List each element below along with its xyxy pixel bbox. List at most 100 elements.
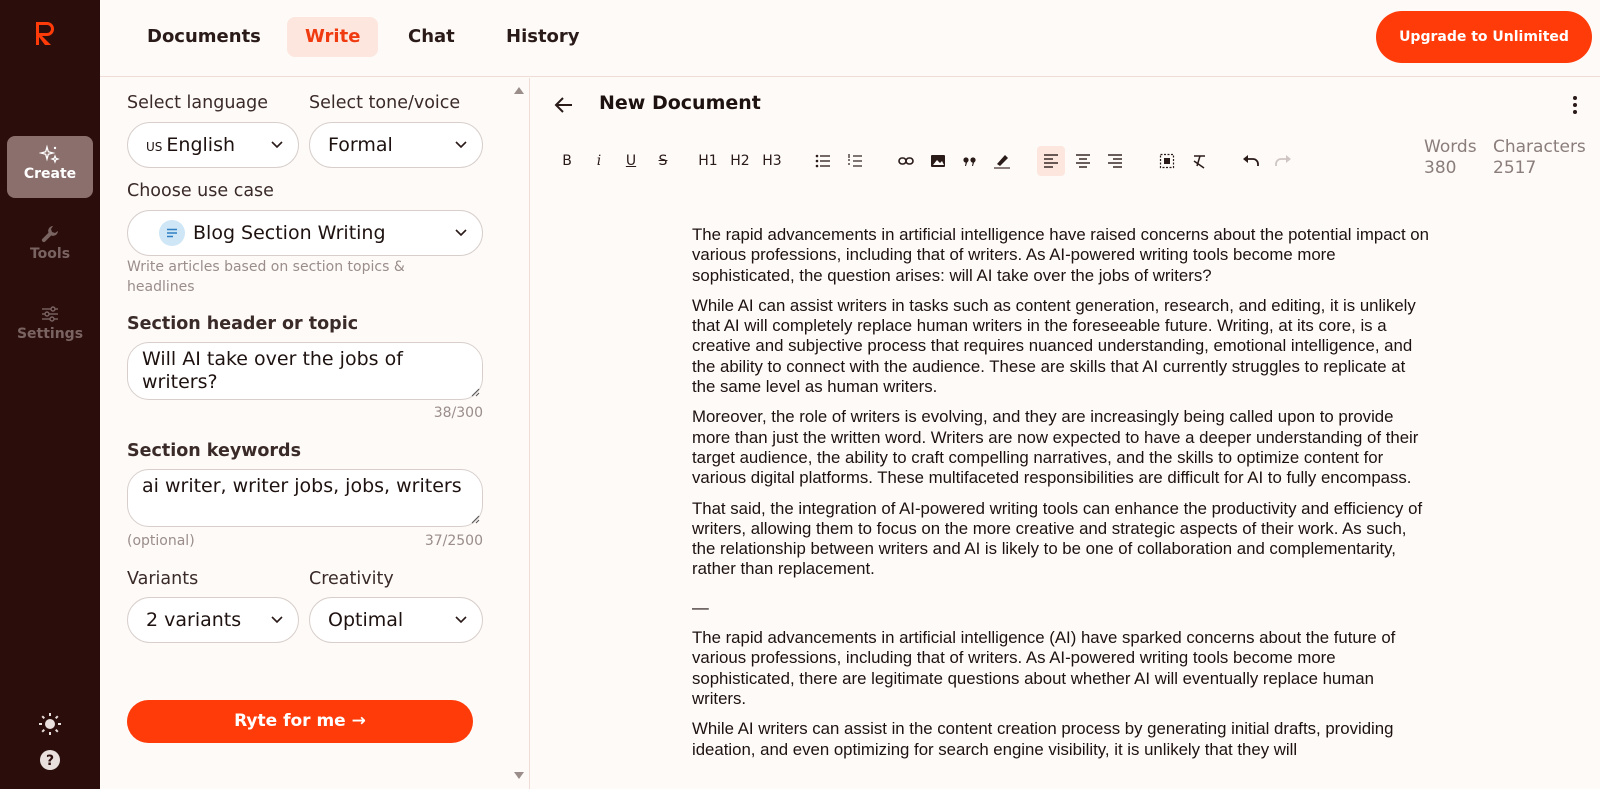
paragraph[interactable]: The rapid advancements in artificial int… — [692, 628, 1432, 709]
creativity-select[interactable]: Optimal — [309, 597, 483, 643]
rail-item-tools[interactable]: Tools — [7, 216, 93, 278]
document-body[interactable]: The rapid advancements in artificial int… — [692, 225, 1432, 770]
align-left-button[interactable] — [1037, 146, 1065, 176]
variants-select[interactable]: 2 variants — [127, 597, 299, 643]
undo-button[interactable] — [1237, 146, 1265, 176]
word-count: Words 380 — [1424, 137, 1477, 179]
redo-button[interactable] — [1269, 146, 1297, 176]
svg-text:?: ? — [46, 753, 54, 769]
highlight-button[interactable] — [988, 146, 1016, 176]
help-icon: ? — [40, 750, 60, 770]
bullet-list-button[interactable] — [809, 146, 837, 176]
tab-history[interactable]: History — [488, 17, 598, 57]
theme-toggle[interactable] — [0, 712, 100, 740]
tab-documents[interactable]: Documents — [129, 17, 279, 57]
creativity-value: Optimal — [328, 609, 404, 631]
more-vertical-icon[interactable] — [1572, 94, 1578, 116]
paragraph[interactable]: That said, the integration of AI-powered… — [692, 499, 1432, 580]
undo-icon — [1243, 155, 1259, 166]
heading2-button[interactable]: H2 — [726, 146, 754, 176]
use-case-select[interactable]: Blog Section Writing — [127, 210, 483, 256]
words-label: Words — [1424, 137, 1477, 157]
redo-icon — [1275, 155, 1291, 166]
select-all-icon — [1159, 153, 1175, 169]
select-all-button[interactable] — [1153, 146, 1181, 176]
numbered-list-icon — [848, 154, 862, 167]
numbered-list-button[interactable] — [841, 146, 869, 176]
highlighter-icon — [994, 155, 1010, 169]
language-select[interactable]: US English — [127, 122, 299, 168]
align-right-icon — [1108, 154, 1122, 168]
keywords-counter: 37/2500 — [424, 533, 483, 549]
language-value: English — [166, 134, 236, 156]
rail-item-create[interactable]: Create — [7, 136, 93, 198]
tab-write[interactable]: Write — [287, 17, 379, 57]
link-icon — [898, 157, 914, 165]
top-nav: Documents Write Chat History Upgrade to … — [100, 0, 1600, 77]
app-rail: Create Tools Settings ? — [0, 0, 100, 789]
rail-item-label: Create — [23, 166, 77, 182]
keywords-label: Section keywords — [127, 441, 301, 461]
chevron-down-icon — [271, 141, 283, 149]
quote-button[interactable] — [956, 146, 984, 176]
use-case-value: Blog Section Writing — [193, 222, 386, 244]
variants-label: Variants — [127, 569, 199, 589]
underline-button[interactable]: U — [617, 146, 645, 176]
clear-format-icon — [1193, 155, 1205, 169]
tone-select[interactable]: Formal — [309, 122, 483, 168]
keywords-value: ai writer, writer jobs, jobs, writers — [142, 475, 462, 497]
heading3-button[interactable]: H3 — [758, 146, 786, 176]
characters-label: Characters — [1493, 137, 1586, 157]
strikethrough-button[interactable]: S — [649, 146, 677, 176]
italic-button[interactable]: i — [585, 146, 613, 176]
topic-label: Section header or topic — [127, 314, 359, 334]
topic-input[interactable]: Will AI take over the jobs of writers? — [127, 342, 483, 400]
align-right-button[interactable] — [1101, 146, 1129, 176]
paragraph[interactable]: While AI can assist writers in tasks suc… — [692, 296, 1432, 397]
link-button[interactable] — [892, 146, 920, 176]
ryte-logo[interactable] — [31, 18, 61, 48]
use-case-hint: Write articles based on section topics &… — [127, 259, 405, 295]
topic-counter: 38/300 — [433, 405, 483, 421]
panel-scrollbar[interactable] — [513, 82, 525, 785]
upgrade-button[interactable]: Upgrade to Unlimited — [1376, 11, 1592, 63]
rail-item-label: Settings — [16, 326, 84, 342]
chevron-down-icon — [455, 141, 467, 149]
us-flag-icon: US — [146, 140, 163, 154]
chevron-down-icon — [455, 616, 467, 624]
variants-value: 2 variants — [146, 609, 242, 631]
help-button[interactable]: ? — [0, 749, 100, 775]
language-label: Select language — [127, 93, 269, 113]
topic-value: Will AI take over the jobs of writers? — [142, 348, 403, 393]
image-button[interactable] — [924, 146, 952, 176]
character-count: Characters 2517 — [1493, 137, 1586, 179]
creativity-label: Creativity — [309, 569, 394, 589]
use-case-label: Choose use case — [127, 181, 274, 201]
editor: New Document B i U S H1 H2 H3 Words 380 … — [531, 78, 1600, 789]
keywords-optional: (optional) — [127, 533, 195, 549]
document-title[interactable]: New Document — [599, 92, 761, 114]
heading1-button[interactable]: H1 — [694, 146, 722, 176]
paragraph[interactable]: While AI writers can assist in the conte… — [692, 719, 1432, 760]
clear-format-button[interactable] — [1185, 146, 1213, 176]
resize-handle-icon[interactable] — [470, 514, 480, 524]
arrow-left-icon[interactable] — [553, 94, 575, 116]
sliders-icon — [7, 296, 93, 322]
resize-handle-icon[interactable] — [470, 387, 480, 397]
ryte-for-me-button[interactable]: Ryte for me → — [127, 700, 473, 743]
paragraph[interactable]: Moreover, the role of writers is evolvin… — [692, 407, 1432, 488]
rail-item-settings[interactable]: Settings — [7, 296, 93, 358]
sparkles-icon — [7, 136, 93, 164]
paragraph[interactable]: The rapid advancements in artificial int… — [692, 225, 1432, 286]
keywords-input[interactable]: ai writer, writer jobs, jobs, writers — [127, 469, 483, 527]
separator[interactable]: — — [692, 598, 1432, 618]
align-center-button[interactable] — [1069, 146, 1097, 176]
tone-label: Select tone/voice — [309, 93, 461, 113]
bold-button[interactable]: B — [553, 146, 581, 176]
wrench-icon — [7, 216, 93, 243]
bullet-list-icon — [815, 154, 830, 168]
rail-item-label: Tools — [29, 246, 71, 262]
image-icon — [931, 155, 945, 167]
tab-chat[interactable]: Chat — [390, 17, 473, 57]
chevron-down-icon — [271, 616, 283, 624]
